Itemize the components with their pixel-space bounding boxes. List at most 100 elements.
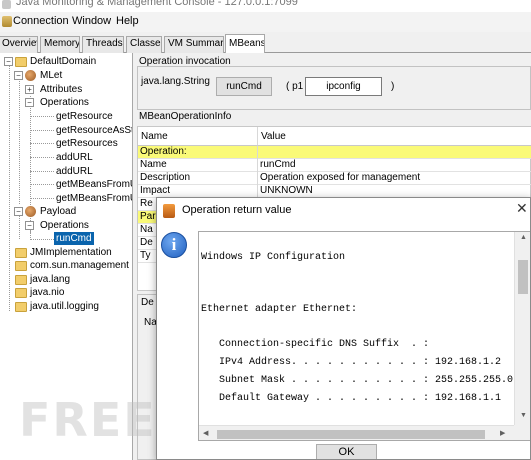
tree-node-java-nio[interactable]: java.nio — [30, 286, 64, 299]
folder-icon — [15, 302, 27, 312]
tab-threads[interactable]: Threads — [82, 36, 124, 53]
descriptor-title: De — [141, 297, 154, 308]
tree-node-jmimplementation[interactable]: JMImplementation — [30, 246, 112, 259]
tree-guide — [30, 130, 54, 131]
mbean-icon — [25, 70, 36, 81]
folder-icon — [15, 261, 27, 271]
operation-return-dialog: Operation return value ✕ i Windows IP Co… — [156, 197, 531, 460]
tab-memory[interactable]: Memory — [40, 36, 80, 53]
scroll-left-icon[interactable]: ◀ — [203, 429, 208, 437]
tree-node-payload[interactable]: Payload — [40, 205, 76, 218]
table-row[interactable]: Operation: — [138, 146, 531, 159]
mbean-icon — [25, 206, 36, 217]
tree-node-operations[interactable]: Operations — [40, 96, 89, 109]
row-name: Description — [138, 172, 258, 185]
menu-bar: Connection Window Help — [0, 12, 531, 32]
output-line: Ethernet adapter Ethernet: — [201, 304, 358, 315]
tree-node-operations[interactable]: Operations — [40, 219, 89, 232]
window-title: Java Monitoring & Management Console - 1… — [16, 0, 298, 8]
tree-guide — [30, 143, 54, 144]
tree-node-runcmd[interactable]: runCmd — [54, 232, 94, 245]
return-type-label: java.lang.String — [141, 76, 210, 87]
tree-node-java-util-logging[interactable]: java.util.logging — [30, 300, 99, 313]
tree-node-attributes[interactable]: Attributes — [40, 83, 82, 96]
column-header-value[interactable]: Value — [258, 127, 531, 146]
output-line: Connection-specific DNS Suffix . : — [201, 339, 430, 350]
scroll-up-icon[interactable]: ▲ — [520, 234, 527, 241]
tree-guide — [30, 184, 54, 185]
row-value: Operation exposed for management — [260, 172, 421, 183]
tree-node-mlet[interactable]: MLet — [40, 69, 62, 82]
row-value — [258, 146, 531, 159]
row-value: runCmd — [260, 159, 296, 170]
folder-icon — [15, 248, 27, 258]
tree-node-defaultdomain[interactable]: DefaultDomain — [30, 55, 96, 68]
information-icon: i — [161, 232, 187, 258]
row-name: Name — [138, 159, 258, 172]
tree-guide — [19, 216, 20, 239]
menu-connection[interactable]: Connection — [13, 15, 69, 27]
collapse-toggle[interactable]: − — [25, 221, 34, 230]
output-line: Default Gateway . . . . . . . . . : 192.… — [201, 393, 502, 404]
invoke-runcmd-button[interactable]: runCmd — [216, 77, 272, 96]
info-section-title: MBeanOperationInfo — [139, 111, 232, 122]
menu-window[interactable]: Window — [72, 15, 111, 27]
tab-overview[interactable]: Overview — [0, 36, 38, 53]
java-cup-icon — [163, 204, 175, 218]
tree-node-com-sun-management[interactable]: com.sun.management — [30, 259, 129, 272]
folder-icon — [15, 275, 27, 285]
tree-node-java-lang[interactable]: java.lang — [30, 273, 70, 286]
tree-guide — [30, 116, 54, 117]
tree-guide — [30, 157, 54, 158]
output-line: IPv4 Address. . . . . . . . . . . : 192.… — [201, 357, 502, 368]
tree-node-getmbeansfromurl[interactable]: getMBeansFromU — [56, 192, 132, 205]
tab-classes[interactable]: Classes — [126, 36, 162, 53]
collapse-toggle[interactable]: − — [25, 98, 34, 107]
output-line: Windows IP Configuration — [201, 252, 346, 263]
collapse-toggle[interactable]: − — [14, 71, 23, 80]
table-row[interactable]: Description Operation exposed for manage… — [138, 172, 531, 185]
tree-node-addurl[interactable]: addURL — [56, 151, 93, 164]
collapse-toggle[interactable]: − — [4, 57, 13, 66]
folder-icon — [15, 288, 27, 298]
tree-guide — [9, 61, 10, 311]
column-header-name[interactable]: Name — [138, 127, 258, 146]
tree-node-addurl[interactable]: addURL — [56, 165, 93, 178]
horizontal-scrollbar[interactable]: ◀ ▶ — [199, 425, 514, 440]
expand-toggle[interactable]: + — [25, 85, 34, 94]
tree-node-getresourceasstream[interactable]: getResourceAsSt — [56, 124, 132, 137]
scroll-corner — [514, 425, 530, 440]
tree-node-getmbeansfromurl[interactable]: getMBeansFromU — [56, 178, 132, 191]
java-cup-icon — [2, 16, 12, 27]
tree-guide — [30, 198, 54, 199]
tree-guide — [19, 74, 20, 204]
folder-icon — [15, 57, 27, 67]
table-row[interactable]: Name runCmd — [138, 159, 531, 172]
tree-guide — [30, 229, 31, 238]
scroll-right-icon[interactable]: ▶ — [500, 429, 505, 437]
return-value-textarea[interactable]: Windows IP Configuration Ethernet adapte… — [198, 231, 530, 441]
tab-mbeans[interactable]: MBeans — [225, 34, 265, 53]
java-app-icon — [2, 0, 11, 9]
dialog-title: Operation return value — [182, 204, 292, 216]
output-line: Subnet Mask . . . . . . . . . . . : 255.… — [201, 375, 514, 386]
main-tabs: Overview Memory Threads Classes VM Summa… — [0, 34, 531, 53]
param-close-label: ) — [391, 81, 395, 92]
collapse-toggle[interactable]: − — [14, 207, 23, 216]
ok-button[interactable]: OK — [316, 444, 377, 459]
scroll-down-icon[interactable]: ▼ — [520, 412, 527, 419]
tab-vm-summary[interactable]: VM Summary — [164, 36, 224, 53]
scroll-thumb[interactable] — [217, 430, 485, 439]
scroll-thumb[interactable] — [518, 260, 528, 294]
vertical-scrollbar[interactable]: ▲ ▼ — [514, 232, 530, 425]
tree-guide — [30, 171, 54, 172]
close-icon[interactable]: ✕ — [516, 200, 528, 217]
p1-param-input[interactable]: ipconfig — [305, 77, 382, 96]
param-open-label: ( p1 — [286, 81, 304, 92]
descriptor-col-name: Na — [144, 317, 157, 328]
tree-node-getresource[interactable]: getResource — [56, 110, 113, 123]
row-name: Operation: — [138, 146, 258, 159]
window-title-bar: Java Monitoring & Management Console - 1… — [0, 0, 531, 12]
menu-help[interactable]: Help — [116, 15, 139, 27]
tree-node-getresources[interactable]: getResources — [56, 137, 118, 150]
